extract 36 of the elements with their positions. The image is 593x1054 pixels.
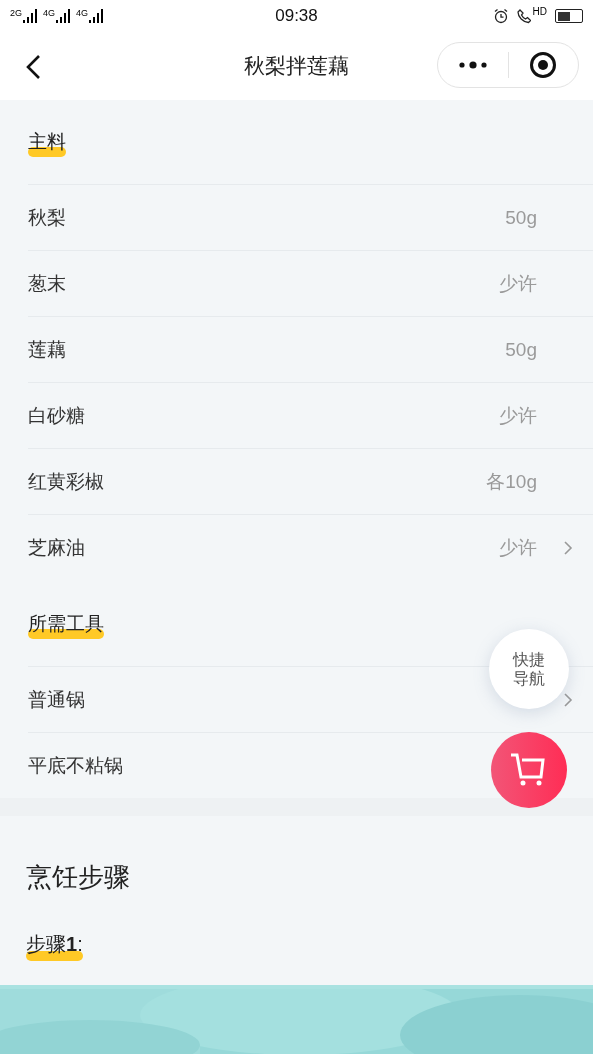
ingredient-amount: 各10g bbox=[486, 469, 537, 494]
ingredient-name: 莲藕 bbox=[28, 337, 66, 362]
network-label: 4G bbox=[43, 9, 56, 18]
steps-heading: 烹饪步骤 bbox=[26, 861, 131, 894]
chevron-right-icon bbox=[563, 691, 573, 708]
alarm-clock-icon bbox=[492, 8, 509, 24]
signal-icon bbox=[89, 9, 104, 23]
network-label: 4G bbox=[76, 9, 89, 18]
target-icon bbox=[529, 51, 558, 79]
step-label: 步骤1: bbox=[26, 931, 83, 958]
battery-icon bbox=[555, 9, 583, 23]
more-icon bbox=[457, 60, 488, 70]
ingredient-amount: 50g bbox=[505, 338, 537, 361]
ingredient-name: 红黄彩椒 bbox=[28, 469, 104, 494]
signal-icon bbox=[56, 9, 71, 23]
ingredient-name: 平底不粘锅 bbox=[28, 753, 123, 778]
signal-icon bbox=[23, 9, 37, 23]
chevron-right-icon bbox=[563, 539, 573, 556]
ingredient-row[interactable]: 芝麻油 少许 bbox=[28, 514, 593, 580]
phone-icon bbox=[516, 8, 531, 24]
hd-label: HD bbox=[532, 6, 547, 17]
network-label: 2G bbox=[10, 9, 22, 18]
page-title: 秋梨拌莲藕 bbox=[244, 53, 349, 79]
ingredient-name: 葱末 bbox=[28, 271, 66, 296]
ingredient-name: 秋梨 bbox=[28, 205, 66, 230]
ingredient-amount: 少许 bbox=[499, 403, 537, 428]
ingredient-amount: 少许 bbox=[499, 535, 537, 560]
section-title: 主料 bbox=[28, 130, 66, 154]
ingredient-amount: 50g bbox=[505, 206, 537, 229]
quick-nav-button[interactable]: 快捷导航 bbox=[489, 629, 569, 709]
section-title: 所需工具 bbox=[28, 612, 104, 636]
ingredient-name: 白砂糖 bbox=[28, 403, 85, 428]
ingredient-amount: 少许 bbox=[499, 271, 537, 296]
ingredient-name: 普通锅 bbox=[28, 687, 85, 712]
ingredient-name: 芝麻油 bbox=[28, 535, 85, 560]
status-time: 09:38 bbox=[275, 6, 318, 26]
